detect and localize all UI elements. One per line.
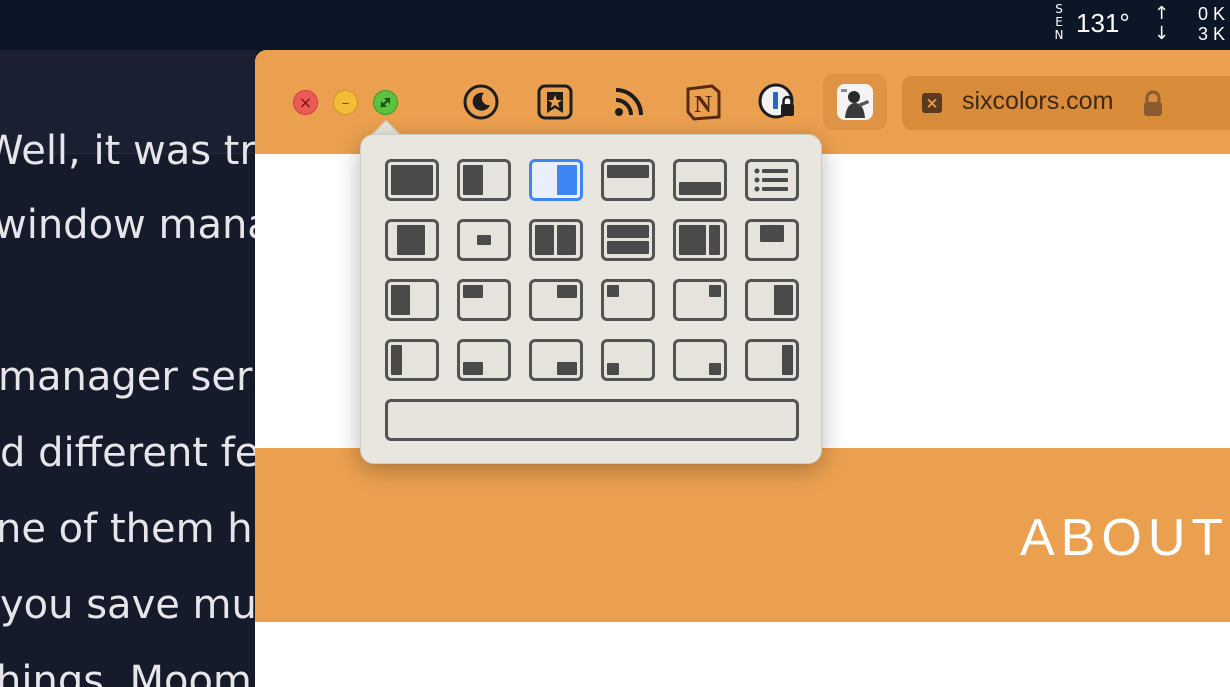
svg-text:N: N [694,92,712,118]
moom-popover [360,134,822,464]
lock-icon [1142,90,1164,118]
layout-right-sixth[interactable] [745,339,799,381]
temperature-readout[interactable]: 131° [1076,8,1130,39]
moom-command-input[interactable] [385,399,799,441]
layout-left-sixth[interactable] [385,339,439,381]
layout-bottom-right-small[interactable] [673,339,727,381]
layout-top-center[interactable] [745,219,799,261]
url-text[interactable]: sixcolors.com [962,87,1113,116]
zoom-icon[interactable] [373,90,398,115]
layout-full-screen[interactable] [385,159,439,201]
about-heading[interactable]: ABOUT [1020,508,1229,568]
network-arrows-icon: ↑ ↓ [1154,3,1170,44]
compass-n: N [1054,28,1064,42]
about-section: ABOUT [255,448,1230,622]
layout-right-half[interactable] [529,159,583,201]
layout-left-two-thirds[interactable] [673,219,727,261]
layout-list-icon[interactable] [745,159,799,201]
network-stats[interactable]: 0 K 3 K [1198,4,1225,44]
bookmark-star-icon[interactable] [535,82,575,122]
layout-two-rows[interactable] [601,219,655,261]
close-icon[interactable]: × [293,90,318,115]
article-line: window manager [0,202,256,248]
layout-top-left-small[interactable] [601,279,655,321]
article-line: ne of them ha [0,506,256,552]
background-article-window: Well, it was true window manager manager… [0,50,256,687]
layout-left-third[interactable] [385,279,439,321]
net-up-value: 0 K [1198,4,1226,24]
article-line: Well, it was true [0,128,256,174]
profile-button[interactable] [823,74,887,130]
moon-icon[interactable] [461,82,501,122]
site-favicon-icon: × [922,93,942,113]
net-down-value: 3 K [1198,24,1226,44]
wind-compass[interactable]: S E N [1052,3,1066,42]
layout-bottom-left[interactable] [457,339,511,381]
onepassword-icon[interactable] [757,82,797,122]
layout-top-half[interactable] [601,159,655,201]
article-line: manager serial [0,354,256,400]
layout-bottom-left-small[interactable] [601,339,655,381]
layout-top-left[interactable] [457,279,511,321]
layout-bottom-half[interactable] [673,159,727,201]
menu-bar: S E N 131° ↑ ↓ 0 K 3 K [0,0,1230,50]
layout-center-small[interactable] [457,219,511,261]
layout-left-half[interactable] [457,159,511,201]
layout-center-large[interactable] [385,219,439,261]
notion-icon[interactable]: N [683,82,723,122]
rss-icon[interactable] [609,82,649,122]
minimize-icon[interactable]: – [333,90,358,115]
avatar [837,84,873,120]
article-line: hings. Moom [0,658,252,687]
layout-top-right-small[interactable] [673,279,727,321]
article-line: you save mult [0,582,256,628]
layout-two-columns[interactable] [529,219,583,261]
layout-right-third[interactable] [745,279,799,321]
article-line: d different fea [0,430,256,476]
address-bar[interactable]: × sixcolors.com [902,76,1230,130]
layout-top-right[interactable] [529,279,583,321]
layout-bottom-right[interactable] [529,339,583,381]
